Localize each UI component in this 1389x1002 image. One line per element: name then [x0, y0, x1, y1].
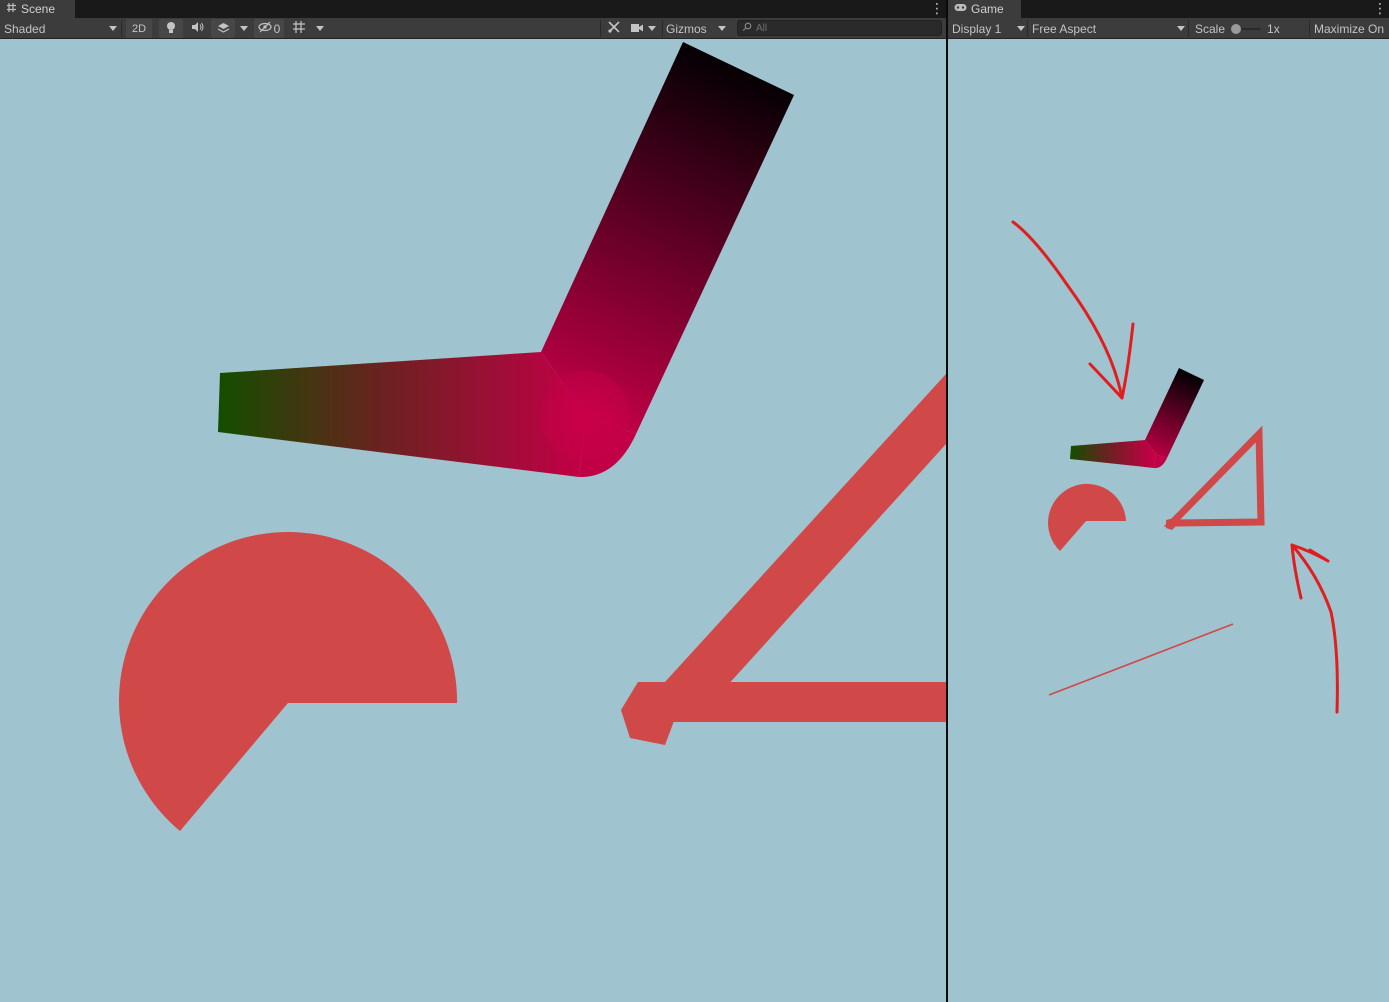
grid-dropdown[interactable] — [313, 19, 327, 38]
search-icon — [742, 22, 752, 34]
game-gradient-bent-bar — [1070, 368, 1204, 469]
tab-scene-label: Scene — [21, 2, 56, 16]
triangle-outline-shape — [621, 374, 946, 745]
toolbar-divider — [1188, 20, 1189, 37]
maximize-label: Maximize On — [1314, 21, 1385, 36]
gizmos-dropdown[interactable]: Gizmos — [666, 19, 730, 38]
scene-canvas — [119, 42, 946, 831]
scene-more-menu-icon[interactable]: ⋮ — [930, 1, 944, 17]
hidden-count: 0 — [273, 21, 281, 36]
triangle-bottom-edge — [638, 682, 946, 722]
chevron-down-icon — [240, 26, 248, 31]
game-triangle-outline — [1163, 425, 1265, 527]
scene-visibility-toggle[interactable]: 0 — [254, 19, 284, 38]
display-label: Display 1 — [952, 21, 1002, 36]
scene-toolbar: Shaded 2D 0 Gizmos All — [0, 18, 946, 39]
scale-control: Scale 1x — [1195, 19, 1305, 38]
tools-toggle[interactable] — [604, 19, 624, 38]
bent-bar-horizontal-segment — [218, 352, 586, 477]
game-canvas — [1011, 220, 1339, 714]
lightbulb-icon — [165, 21, 177, 37]
scene-tab-bar: Scene ⋮ — [0, 0, 946, 18]
annotation-arrow-top — [1011, 220, 1135, 400]
effects-toggle[interactable] — [211, 19, 235, 38]
tab-game[interactable]: Game — [948, 0, 1021, 18]
lighting-toggle[interactable] — [159, 19, 183, 38]
chevron-down-icon — [316, 26, 324, 31]
draw-mode-dropdown[interactable]: Shaded — [4, 19, 119, 38]
bent-bar-corner-glow — [540, 370, 630, 460]
toolbar-divider — [1027, 20, 1028, 37]
game-more-menu-icon[interactable]: ⋮ — [1373, 1, 1387, 17]
chevron-down-icon — [1177, 26, 1185, 31]
chevron-down-icon — [1017, 26, 1025, 31]
scale-slider[interactable] — [1231, 23, 1262, 34]
eye-slash-icon — [258, 21, 272, 36]
game-toolbar: Display 1 Free Aspect Scale 1x Maximize … — [948, 18, 1389, 39]
annotation-arrow-bottom — [1290, 543, 1339, 714]
game-triangle-outline-shape — [1163, 425, 1265, 530]
game-tab-bar: Game ⋮ — [948, 0, 1389, 18]
gamepad-icon — [954, 3, 967, 15]
scene-panel: Scene ⋮ Shaded 2D 0 Gizmos All — [0, 0, 946, 1002]
tools-icon — [607, 20, 621, 37]
game-pie-shape — [1048, 483, 1126, 551]
chevron-down-icon — [648, 26, 656, 31]
tab-scene[interactable]: Scene — [0, 0, 75, 18]
pie-shape — [119, 532, 458, 831]
mode-2d-label: 2D — [131, 22, 147, 35]
gizmos-label: Gizmos — [666, 21, 707, 36]
layers-icon — [217, 21, 230, 36]
game-bar-vertical-segment — [1145, 368, 1204, 458]
aspect-dropdown[interactable]: Free Aspect — [1032, 19, 1185, 38]
annotation-arrow-bottom-shaft — [1290, 543, 1339, 714]
scene-search-input[interactable]: All — [737, 20, 942, 36]
draw-mode-label: Shaded — [4, 21, 46, 36]
game-viewport — [948, 39, 1389, 1002]
audio-toggle[interactable] — [186, 19, 208, 38]
toolbar-divider — [1309, 20, 1310, 37]
game-thin-line — [1048, 623, 1234, 696]
display-dropdown[interactable]: Display 1 — [952, 19, 1025, 38]
gradient-bent-bar — [218, 42, 794, 478]
annotation-arrow-top-shaft — [1011, 220, 1124, 400]
grid-icon — [292, 20, 306, 37]
triangle-hypotenuse-edge — [665, 374, 946, 698]
aspect-label: Free Aspect — [1032, 21, 1097, 36]
chevron-down-icon — [109, 26, 117, 31]
game-bar-horizontal-segment — [1070, 440, 1156, 468]
scale-label: Scale — [1195, 21, 1226, 36]
triangle-joint-cap — [621, 682, 680, 745]
toolbar-divider — [121, 20, 122, 37]
chevron-down-icon — [718, 26, 726, 31]
toolbar-divider — [662, 20, 663, 37]
mode-2d-toggle[interactable]: 2D — [126, 19, 152, 38]
maximize-on-play-toggle[interactable]: Maximize On — [1314, 19, 1389, 38]
game-panel: Game ⋮ Display 1 Free Aspect Scale 1x Ma… — [948, 0, 1389, 1002]
hash-icon — [6, 2, 17, 16]
scale-value: 1x — [1267, 21, 1280, 36]
camera-icon — [630, 22, 644, 36]
speaker-icon — [191, 21, 204, 36]
camera-dropdown[interactable] — [630, 19, 660, 38]
toolbar-divider — [600, 20, 601, 37]
tab-game-label: Game — [971, 2, 1004, 16]
grid-toggle[interactable] — [289, 19, 309, 38]
effects-dropdown[interactable] — [237, 19, 251, 38]
scene-viewport[interactable] — [0, 39, 946, 1002]
scale-slider-thumb[interactable] — [1231, 23, 1242, 34]
search-placeholder: All — [756, 22, 768, 34]
